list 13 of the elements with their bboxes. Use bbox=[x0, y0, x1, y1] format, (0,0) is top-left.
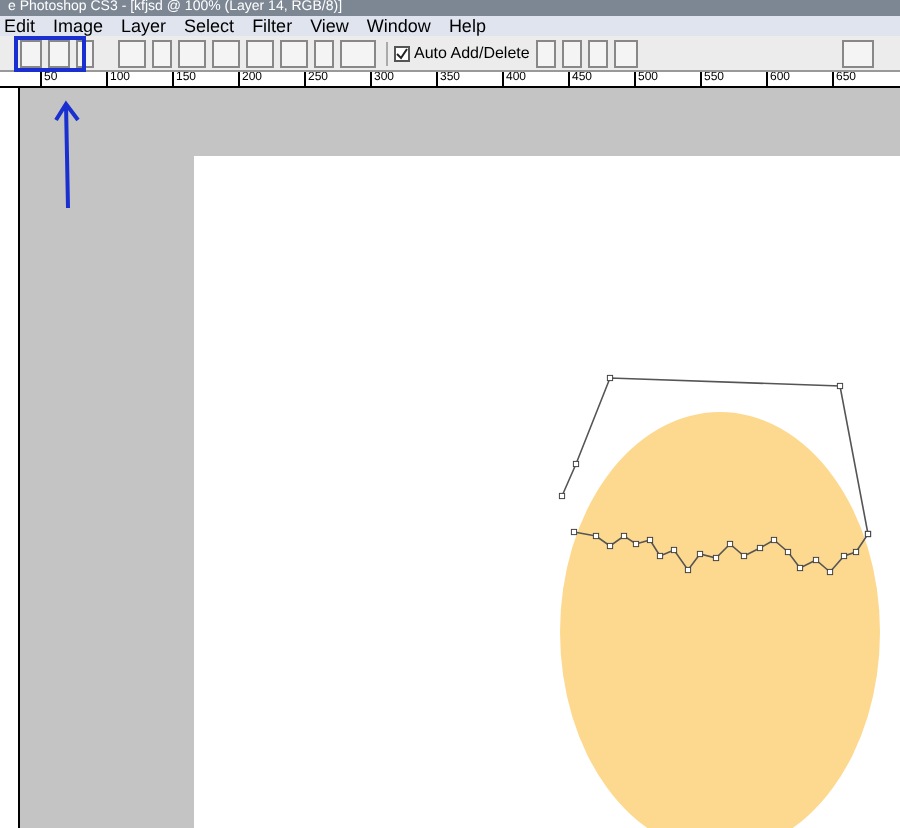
auto-add-delete-checkbox[interactable]: Auto Add/Delete bbox=[386, 41, 530, 65]
menu-item[interactable]: Image bbox=[53, 16, 104, 36]
menu-item[interactable]: Layer bbox=[121, 16, 167, 36]
menu-item[interactable]: Filter bbox=[252, 16, 293, 36]
menu-item[interactable]: Help bbox=[448, 16, 486, 36]
up-arrow-annotation bbox=[54, 100, 82, 210]
menu-item[interactable]: Window bbox=[366, 16, 431, 36]
menu-item[interactable]: View bbox=[310, 16, 349, 36]
highlight-box bbox=[14, 36, 86, 72]
menu-item[interactable]: Select bbox=[184, 16, 235, 36]
path-outline[interactable] bbox=[558, 374, 872, 576]
checkbox-icon[interactable] bbox=[394, 45, 410, 61]
menu-item[interactable]: Edit bbox=[4, 16, 36, 36]
